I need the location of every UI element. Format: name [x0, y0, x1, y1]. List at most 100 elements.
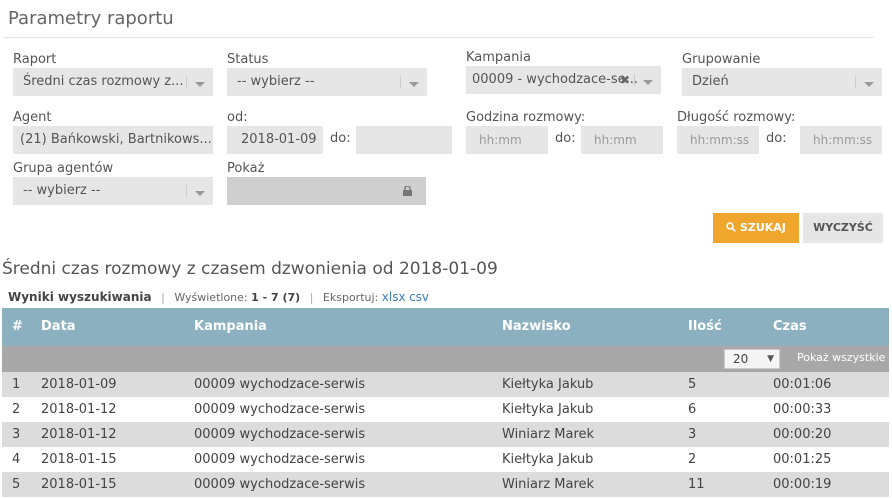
- search-icon: [726, 222, 736, 232]
- date-from-input[interactable]: 2018-01-09: [227, 126, 323, 154]
- godzina-from-placeholder: hh:mm: [479, 133, 522, 147]
- table-header: # Data Kampania Nazwisko Ilość Czas: [2, 308, 889, 346]
- cell-czas: 00:01:25: [773, 452, 832, 467]
- col-header-czas[interactable]: Czas: [773, 319, 807, 334]
- agent-label: Agent: [13, 110, 52, 125]
- grupa-label: Grupa agentów: [13, 161, 114, 176]
- agent-value: (21) Bańkowski, Bartnikows...: [20, 132, 212, 147]
- search-button-label: SZUKAJ: [739, 221, 786, 234]
- cell-ilosc: 6: [688, 402, 697, 417]
- godzina-do-label: do:: [555, 131, 576, 146]
- col-header-data[interactable]: Data: [41, 319, 76, 334]
- cell-data: 2018-01-15: [41, 452, 117, 467]
- lock-icon: [403, 186, 412, 196]
- grupowanie-label: Grupowanie: [682, 52, 761, 67]
- col-header-ilosc[interactable]: Ilość: [688, 319, 722, 334]
- col-header-number[interactable]: #: [12, 319, 23, 334]
- status-value: -- wybierz --: [237, 74, 315, 89]
- dlugosc-from-placeholder: hh:mm:ss: [690, 133, 750, 147]
- cell-nazwisko: Kiełtyka Jakub: [502, 402, 594, 417]
- page-size-value: 20: [733, 352, 749, 366]
- grupa-value: -- wybierz --: [23, 183, 101, 198]
- raport-value: Średni czas rozmowy z...: [23, 74, 184, 89]
- od-label: od:: [227, 110, 248, 125]
- kampania-select[interactable]: 00009 - wychodzace-se... ✖: [466, 66, 661, 94]
- cell-nazwisko: Winiarz Marek: [502, 477, 595, 492]
- cell-czas: 00:00:20: [773, 427, 832, 442]
- agent-select[interactable]: (21) Bańkowski, Bartnikows...: [13, 126, 213, 154]
- cell-ilosc: 2: [688, 452, 697, 467]
- export-label: Eksportuj:: [322, 291, 379, 304]
- cell-data: 2018-01-09: [41, 377, 117, 392]
- cell-data: 2018-01-12: [41, 427, 117, 442]
- dlugosc-to-input[interactable]: hh:mm:ss: [800, 126, 882, 154]
- page-title: Parametry raportu: [8, 8, 174, 29]
- pager-bar: 20 ▼ Pokaż wszystkie: [2, 346, 889, 372]
- date-from-value: 2018-01-09: [241, 132, 317, 147]
- cell-kampania: 00009 wychodzace-serwis: [194, 477, 366, 492]
- shown-value: 1 - 7 (7): [251, 291, 301, 304]
- pokaz-select: [227, 177, 426, 205]
- grupowanie-select[interactable]: Dzień: [682, 68, 882, 96]
- col-header-kampania[interactable]: Kampania: [194, 319, 267, 334]
- kampania-label: Kampania: [466, 50, 531, 65]
- chevron-down-icon: [187, 177, 213, 205]
- status-label: Status: [227, 52, 269, 67]
- cell-ilosc: 11: [688, 477, 705, 492]
- cell-czas: 00:00:33: [773, 402, 832, 417]
- clear-button[interactable]: WYCZYŚĆ: [803, 213, 883, 243]
- export-xlsx-link[interactable]: xlsx: [382, 290, 406, 304]
- table-row[interactable]: 2 2018-01-12 00009 wychodzace-serwis Kiełty…: [2, 397, 889, 422]
- date-to-input[interactable]: [356, 126, 452, 154]
- cell-number: 4: [12, 452, 21, 467]
- grupa-select[interactable]: -- wybierz --: [13, 177, 213, 205]
- shown-label: Wyświetlone:: [174, 291, 248, 304]
- cell-data: 2018-01-12: [41, 402, 117, 417]
- dlugosc-label: Długość rozmowy:: [677, 110, 796, 125]
- godzina-to-input[interactable]: hh:mm: [581, 126, 663, 154]
- dlugosc-to-placeholder: hh:mm:ss: [813, 133, 873, 147]
- grupowanie-value: Dzień: [692, 74, 729, 89]
- chevron-down-icon: ▼: [767, 354, 774, 364]
- chevron-down-icon: [187, 68, 213, 96]
- col-header-nazwisko[interactable]: Nazwisko: [502, 319, 571, 334]
- chevron-down-icon: [856, 68, 882, 96]
- table-row[interactable]: 3 2018-01-12 00009 wychodzace-serwis Winiar…: [2, 422, 889, 447]
- raport-select[interactable]: Średni czas rozmowy z...: [13, 68, 213, 96]
- dlugosc-do-label: do:: [766, 131, 787, 146]
- cell-number: 2: [12, 402, 21, 417]
- chevron-down-icon: [635, 66, 661, 94]
- table-row[interactable]: 1 2018-01-09 00009 wychodzace-serwis Kiełty…: [2, 372, 889, 397]
- table-row[interactable]: 4 2018-01-15 00009 wychodzace-serwis Kiełty…: [2, 447, 889, 472]
- cell-nazwisko: Kiełtyka Jakub: [502, 452, 594, 467]
- export-csv-link[interactable]: csv: [409, 290, 429, 304]
- cell-nazwisko: Kiełtyka Jakub: [502, 377, 594, 392]
- clear-x-icon[interactable]: ✖: [620, 66, 630, 94]
- show-all-link[interactable]: Pokaż wszystkie: [797, 351, 885, 364]
- results-title: Średni czas rozmowy z czasem dzwonienia …: [2, 259, 498, 279]
- cell-number: 3: [12, 427, 21, 442]
- pokaz-label: Pokaż: [227, 161, 265, 176]
- table-row[interactable]: 5 2018-01-15 00009 wychodzace-serwis Winiar…: [2, 472, 889, 497]
- clear-button-label: WYCZYŚĆ: [813, 221, 873, 234]
- cell-nazwisko: Winiarz Marek: [502, 427, 595, 442]
- cell-kampania: 00009 wychodzace-serwis: [194, 377, 366, 392]
- results-tab[interactable]: Wyniki wyszukiwania: [8, 290, 152, 304]
- raport-label: Raport: [13, 52, 57, 67]
- cell-kampania: 00009 wychodzace-serwis: [194, 427, 366, 442]
- godzina-to-placeholder: hh:mm: [594, 133, 637, 147]
- cell-number: 5: [12, 477, 21, 492]
- cell-kampania: 00009 wychodzace-serwis: [194, 452, 366, 467]
- page-size-select[interactable]: 20 ▼: [724, 349, 780, 369]
- cell-kampania: 00009 wychodzace-serwis: [194, 402, 366, 417]
- cell-ilosc: 3: [688, 427, 697, 442]
- godzina-from-input[interactable]: hh:mm: [466, 126, 548, 154]
- status-select[interactable]: -- wybierz --: [227, 68, 427, 96]
- cell-data: 2018-01-15: [41, 477, 117, 492]
- search-button[interactable]: SZUKAJ: [713, 213, 799, 243]
- cell-czas: 00:00:19: [773, 477, 832, 492]
- cell-number: 1: [12, 377, 21, 392]
- cell-czas: 00:01:06: [773, 377, 832, 392]
- dlugosc-from-input[interactable]: hh:mm:ss: [677, 126, 759, 154]
- results-infobar: Wyniki wyszukiwania | Wyświetlone: 1 - 7…: [8, 290, 430, 304]
